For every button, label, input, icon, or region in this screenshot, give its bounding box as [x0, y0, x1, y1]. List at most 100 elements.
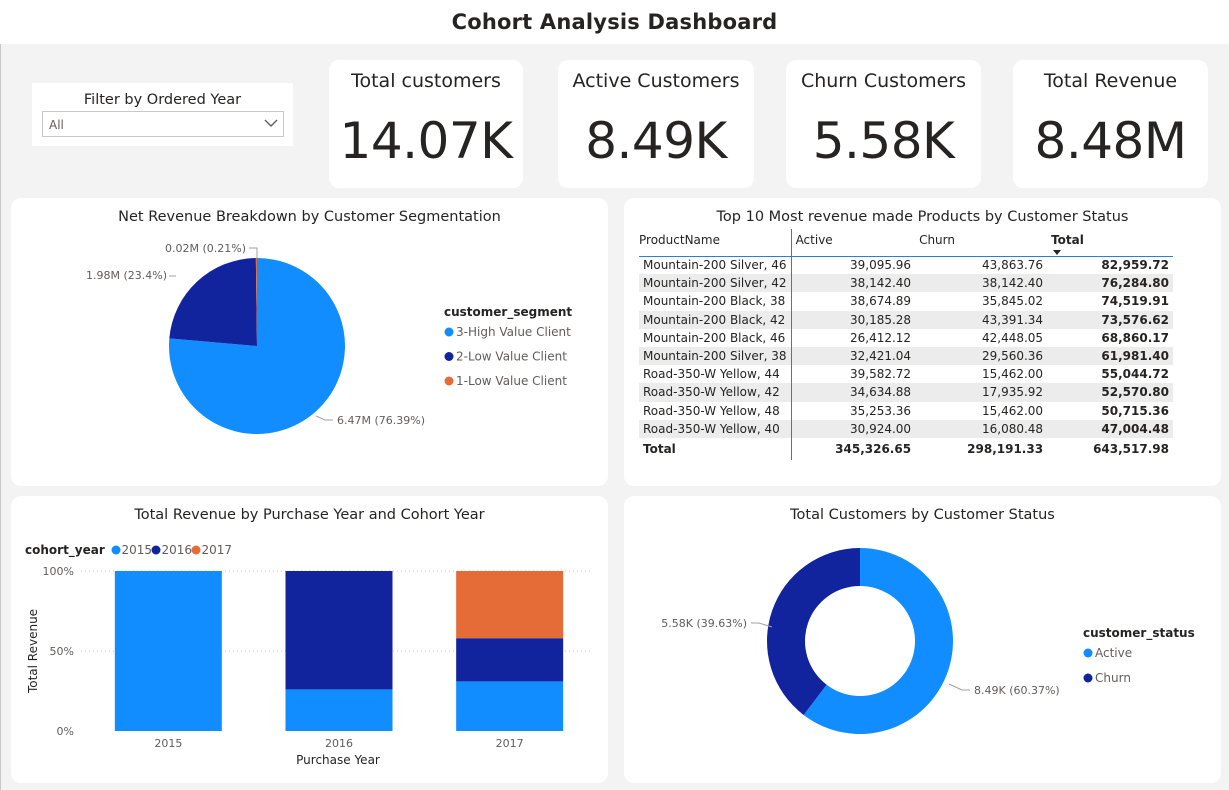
customer-status-donut-visual[interactable]: Total Customers by Customer Status 8.49K… — [624, 496, 1221, 783]
kpi-value: 8.48M — [1034, 112, 1187, 170]
y-tick-label: 100% — [43, 565, 74, 578]
cell-active: 32,421.04 — [791, 346, 916, 366]
table-row[interactable]: Mountain-200 Silver, 42 38,142.40 38,142.4… — [639, 274, 1173, 293]
cell-total: 68,860.17 — [1101, 330, 1169, 345]
cell-product-name: Mountain-200 Black, 38 — [639, 292, 792, 311]
legend-marker[interactable] — [444, 376, 454, 386]
kpi-card-total-customers[interactable]: Total customers 14.07K — [329, 60, 523, 188]
cell-active: 30,924.00 — [791, 419, 916, 438]
kpi-card-total-revenue[interactable]: Total Revenue 8.48M — [1013, 60, 1208, 188]
total-total: 643,517.98 — [1093, 441, 1169, 456]
legend-marker[interactable] — [1083, 648, 1093, 658]
page-title: Cohort Analysis Dashboard — [451, 10, 778, 34]
legend-title: customer_segment — [444, 305, 572, 320]
legend-item: Churn — [1095, 671, 1131, 685]
cell-active: 34,634.88 — [791, 383, 916, 402]
cell-churn: 29,560.36 — [915, 346, 1048, 366]
table-row[interactable]: Road-350-W Yellow, 44 39,582.72 15,462.00 5… — [639, 365, 1173, 384]
total-churn: 298,191.33 — [967, 441, 1044, 456]
column-header-total[interactable]: Total — [1047, 229, 1173, 256]
kpi-value: 8.49K — [585, 112, 727, 170]
y-tick-label: 50% — [50, 645, 74, 658]
pie-chart[interactable]: 6.47M (76.39%) 1.98M (23.4%) 0.02M (0.21%)… — [11, 198, 608, 486]
legend-marker[interactable] — [191, 545, 201, 555]
data-label: 6.47M (76.39%) — [337, 414, 425, 427]
x-tick-label: 2015 — [154, 737, 182, 750]
leader-line — [948, 683, 970, 691]
donut-chart[interactable]: 8.49K (60.37%) 5.58K (39.63%) customer_sta… — [624, 496, 1221, 783]
data-label: 5.58K (39.63%) — [661, 617, 747, 630]
cell-product-name: Mountain-200 Black, 46 — [639, 328, 792, 347]
legend-marker[interactable] — [151, 545, 161, 555]
bar-segment[interactable] — [456, 571, 564, 639]
table-row[interactable]: Road-350-W Yellow, 42 34,634.88 17,935.92 5… — [639, 383, 1173, 402]
column-header-churn[interactable]: Churn — [915, 229, 1047, 256]
kpi-label: Total Revenue — [1043, 70, 1178, 92]
cell-active: 38,142.40 — [791, 274, 916, 293]
legend-marker[interactable] — [1083, 673, 1093, 683]
table-row[interactable]: Road-350-W Yellow, 48 35,253.36 15,462.00 5… — [639, 401, 1173, 420]
filter-title: Filter by Ordered Year — [83, 92, 242, 108]
column-header-active[interactable]: Active — [791, 229, 915, 256]
table-row[interactable]: Mountain-200 Black, 46 26,412.12 42,448.05… — [639, 328, 1173, 347]
legend-marker[interactable] — [444, 352, 454, 361]
cell-active: 35,253.36 — [849, 403, 912, 418]
bar-segment[interactable] — [114, 571, 222, 731]
legend-item: 2016 — [162, 543, 193, 557]
kpi-value: 5.58K — [812, 112, 955, 170]
bar-segment[interactable] — [456, 638, 564, 682]
cell-churn: 43,863.76 — [981, 258, 1044, 273]
cell-churn: 15,462.00 — [981, 367, 1044, 382]
bar-segment[interactable] — [285, 571, 393, 690]
x-axis-title: Purchase Year — [296, 753, 380, 767]
cell-product-name: Road-350-W Yellow, 44 — [639, 365, 792, 384]
kpi-value: 14.07K — [339, 112, 513, 170]
kpi-label: Active Customers — [572, 70, 740, 92]
filter-selected-value: All — [49, 118, 64, 132]
top-products-table-visual[interactable]: Top 10 Most revenue made Products by Cus… — [624, 198, 1221, 486]
legend-marker[interactable] — [111, 545, 121, 555]
total-label: Total — [639, 437, 792, 460]
kpi-card-active-customers[interactable]: Active Customers 8.49K — [558, 60, 754, 188]
data-label: 0.02M (0.21%) — [165, 242, 246, 255]
bar-segment[interactable] — [285, 689, 393, 731]
bar-segment[interactable] — [456, 681, 564, 731]
cell-active: 39,095.96 — [849, 258, 912, 273]
kpi-label: Total customers — [351, 70, 501, 92]
year-filter-slicer: Filter by Ordered Year All — [32, 83, 293, 146]
cell-churn: 35,845.02 — [981, 294, 1044, 309]
year-filter-dropdown[interactable]: All — [42, 111, 284, 137]
table-row[interactable]: Mountain-200 Silver, 38 32,421.04 29,560.3… — [639, 346, 1173, 366]
x-tick-label: 2017 — [496, 737, 524, 750]
table-row[interactable]: Road-350-W Yellow, 40 30,924.00 16,080.48 4… — [639, 419, 1173, 438]
cell-product-name: Road-350-W Yellow, 42 — [639, 383, 792, 402]
table-row[interactable]: Mountain-200 Silver, 46 39,095.96 43,863.7… — [639, 256, 1173, 275]
leader-line — [315, 415, 333, 421]
donut-slice[interactable] — [767, 548, 860, 715]
legend-marker[interactable] — [444, 327, 454, 337]
legend-item: 2017 — [202, 543, 233, 557]
products-table[interactable]: ProductName Active Churn Total Mountain-… — [639, 229, 1173, 460]
cell-product-name: Road-350-W Yellow, 40 — [639, 419, 792, 438]
chevron-down-icon — [264, 119, 278, 127]
visual-title: Top 10 Most revenue made Products by Cus… — [716, 209, 1129, 225]
cell-churn: 15,462.00 — [981, 403, 1044, 418]
leader-line — [249, 247, 258, 258]
table-row[interactable]: Mountain-200 Black, 42 30,185.28 43,391.34… — [639, 310, 1173, 329]
legend-item: 2-Low Value Client — [456, 350, 567, 364]
y-axis-title: Total Revenue — [26, 609, 40, 694]
stacked-bar-chart[interactable]: cohort_year 2015 2016 20170%50%100%Total Re… — [11, 496, 608, 783]
table-header-row: ProductName Active Churn Total — [639, 229, 1173, 256]
x-tick-label: 2016 — [325, 737, 353, 750]
table-row[interactable]: Mountain-200 Black, 38 38,674.89 35,845.02… — [639, 292, 1173, 311]
cell-product-name: Mountain-200 Silver, 42 — [639, 274, 792, 293]
revenue-by-year-bar-visual[interactable]: Total Revenue by Purchase Year and Cohor… — [11, 496, 608, 783]
cell-total: 47,004.48 — [1047, 419, 1173, 438]
column-header-productname[interactable]: ProductName — [639, 229, 792, 256]
column-header-total-label: Total — [1051, 233, 1084, 247]
pie-slice[interactable] — [169, 258, 257, 346]
segment-pie-chart-visual[interactable]: Net Revenue Breakdown by Customer Segmen… — [11, 198, 608, 486]
kpi-card-churn-customers[interactable]: Churn Customers 5.58K — [786, 60, 981, 188]
cell-active: 38,674.89 — [849, 294, 912, 309]
legend-item: 1-Low Value Client — [456, 374, 567, 388]
